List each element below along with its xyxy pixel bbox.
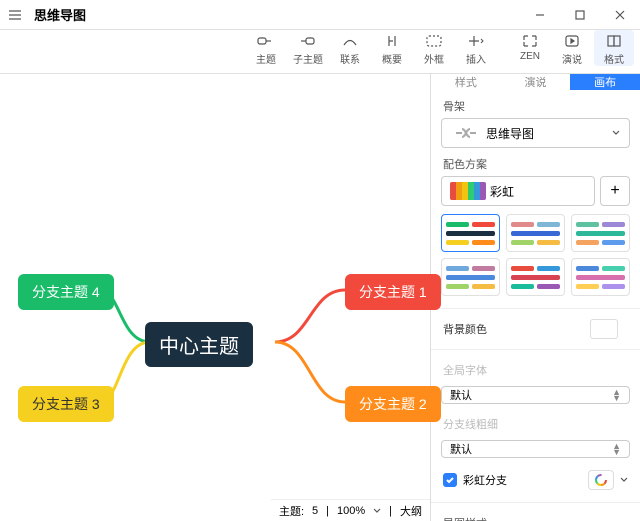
toolbar-insert[interactable]: 插入 [456,30,496,66]
updown-icon: ▲▼ [612,389,621,401]
status-topic-label: 主题: [279,503,304,519]
window-maximize[interactable] [560,0,600,30]
scheme-thumb-4[interactable] [441,258,500,296]
tab-style[interactable]: 样式 [431,74,501,90]
weight-label: 分支线粗细 [431,408,640,436]
bg-color-picker[interactable] [590,319,618,339]
app-title: 思维导图 [30,5,86,24]
scheme-thumb-6[interactable] [571,258,630,296]
rainbow-style-button[interactable] [588,470,614,490]
branch-node-1[interactable]: 分支主题 1 [345,274,441,310]
tab-canvas[interactable]: 画布 [570,74,640,90]
tab-presentation[interactable]: 演说 [501,74,571,90]
menu-button[interactable] [0,0,30,30]
updown-icon: ▲▼ [612,443,621,455]
window-minimize[interactable] [520,0,560,30]
toolbar-boundary[interactable]: 外框 [414,30,454,66]
status-zoom[interactable]: 100% [337,505,365,517]
topic-icon [257,32,275,50]
branch-node-4[interactable]: 分支主题 4 [18,274,114,310]
format-icon [606,32,622,50]
scheme-select[interactable]: 彩虹 [441,176,595,206]
rainbow-checkbox[interactable] [443,473,457,487]
toolbar-topic[interactable]: 主题 [246,30,286,66]
toolbar-zen[interactable]: ZEN [510,30,550,62]
play-icon [564,32,580,50]
weight-select[interactable]: 默认 ▲▼ [441,440,630,458]
chevron-down-icon [611,128,621,138]
summary-icon [383,32,401,50]
rainbow-swatch [450,182,486,200]
insert-icon [467,32,485,50]
skeleton-select[interactable]: 思维导图 [441,118,630,148]
relation-icon [341,32,359,50]
chevron-down-icon[interactable] [373,507,381,515]
subtopic-icon [299,32,317,50]
center-node[interactable]: 中心主题 [145,322,253,367]
scheme-section-label: 配色方案 [431,148,640,176]
toolbar-relation[interactable]: 联系 [330,30,370,66]
branch-node-2[interactable]: 分支主题 2 [345,386,441,422]
add-scheme-button[interactable]: + [600,176,630,206]
zen-icon [522,32,538,50]
mindmap-canvas[interactable]: 分支主题 4 分支主题 1 中心主题 分支主题 3 分支主题 2 主题: 5 |… [0,74,430,521]
scheme-thumb-5[interactable] [506,258,565,296]
scheme-thumb-2[interactable] [506,214,565,252]
toolbar-summary[interactable]: 概要 [372,30,412,66]
skeleton-icon [450,125,482,141]
scheme-thumb-3[interactable] [571,214,630,252]
skeleton-section-label: 骨架 [431,90,640,118]
toolbar-subtopic[interactable]: 子主题 [288,30,328,66]
boundary-icon [425,32,443,50]
font-label: 全局字体 [431,354,640,382]
bg-color-label: 背景颜色 [443,321,487,337]
rainbow-label: 彩虹分支 [463,472,507,488]
font-select[interactable]: 默认 ▲▼ [441,386,630,404]
scheme-thumb-1[interactable] [441,214,500,252]
map-style-label: 导图样式 [431,507,640,521]
toolbar-format[interactable]: 格式 [594,30,634,66]
toolbar-presentation[interactable]: 演说 [552,30,592,66]
status-outline[interactable]: 大纲 [400,503,422,519]
format-panel: 样式 演说 画布 骨架 思维导图 配色方案 彩虹 + [430,74,640,521]
status-topic-count: 5 [312,505,318,517]
window-close[interactable] [600,0,640,30]
chevron-down-icon[interactable] [620,476,628,484]
branch-node-3[interactable]: 分支主题 3 [18,386,114,422]
